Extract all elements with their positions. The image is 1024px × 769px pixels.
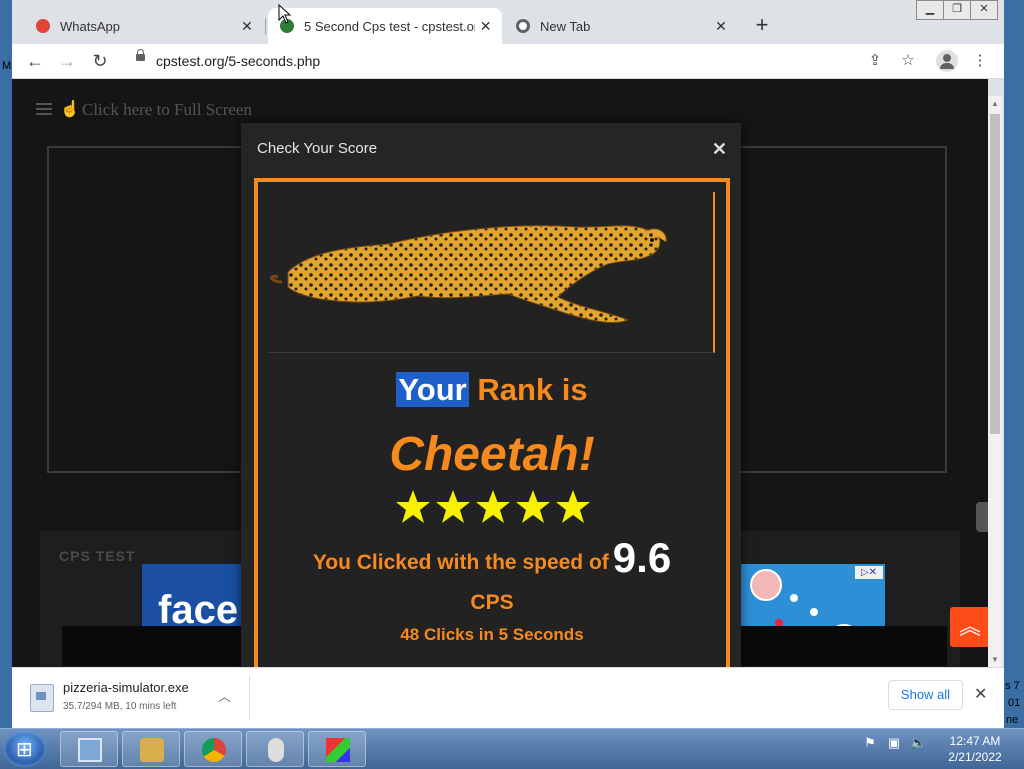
chrome-favicon-icon: [516, 19, 530, 33]
desktop-text-left: M: [2, 60, 12, 72]
close-tab-icon[interactable]: ✕: [475, 18, 496, 35]
score-card: Your Rank is Cheetah! You Clicked with t…: [254, 178, 730, 667]
clicks-summary: 48 Clicks in 5 Seconds: [400, 625, 584, 644]
desktop-text-right-3: ne: [1006, 714, 1019, 726]
rank-name: Cheetah!: [389, 428, 595, 481]
tab-separator: [265, 18, 266, 34]
star-icon: [516, 490, 550, 523]
tab-title: New Tab: [540, 18, 591, 34]
url-text: cpstest.org/5-seconds.php: [156, 53, 321, 69]
scroll-to-top-button[interactable]: ︽: [950, 607, 988, 647]
menu-dots-icon[interactable]: ⋮: [970, 51, 990, 71]
address-bar[interactable]: cpstest.org/5-seconds.php: [122, 47, 902, 75]
ad-dot-icon: [790, 594, 798, 602]
minimize-icon[interactable]: ▁: [916, 0, 944, 20]
exe-file-icon: [30, 684, 54, 712]
web-page: ☝ Click here to Full Screen CPS TEST fac…: [12, 79, 988, 667]
close-tab-icon[interactable]: ✕: [710, 18, 732, 35]
side-tab-handle[interactable]: [976, 502, 988, 532]
computer-icon: [78, 738, 102, 762]
taskbar-game-app[interactable]: [308, 731, 366, 767]
rank-heading-rest: Rank is: [477, 372, 588, 407]
new-tab-button[interactable]: +: [750, 14, 774, 38]
taskbar-explorer[interactable]: [60, 731, 118, 767]
star-icon: [436, 490, 470, 523]
divider: [249, 676, 250, 720]
show-all-button[interactable]: Show all: [888, 680, 963, 710]
whatsapp-favicon-icon: [36, 19, 50, 33]
lock-icon: [136, 49, 145, 61]
rank-heading: Your Rank is: [258, 372, 726, 408]
browser-window: WhatsApp ✕ 5 Second Cps test - cpstest.o…: [12, 0, 1004, 729]
download-filename[interactable]: pizzeria-simulator.exe: [63, 680, 189, 695]
score-modal: Check Your Score ✕ Your Rank is Cheetah!…: [241, 123, 741, 667]
tab-cpstest[interactable]: 5 Second Cps test - cpstest.org ✕: [268, 8, 502, 44]
reload-icon[interactable]: ↻: [89, 50, 111, 72]
king-card-icon: [140, 738, 164, 762]
tab-strip: WhatsApp ✕ 5 Second Cps test - cpstest.o…: [12, 0, 1004, 44]
modal-close-icon[interactable]: ✕: [712, 139, 727, 160]
download-bar: pizzeria-simulator.exe 35.7/294 MB, 10 m…: [12, 667, 1004, 729]
rank-highlight-word: Your: [396, 372, 469, 407]
cheetah-image: [268, 192, 715, 353]
restore-icon[interactable]: ❐: [943, 0, 971, 20]
cheetah-illustration: [270, 225, 667, 323]
star-icon: [396, 490, 430, 523]
browser-toolbar: ← → ↻ cpstest.org/5-seconds.php ⇪ ☆ ⋮: [12, 44, 1004, 79]
start-button[interactable]: [4, 731, 46, 767]
modal-title: Check Your Score: [257, 140, 378, 157]
fullscreen-link[interactable]: Click here to Full Screen: [82, 100, 252, 120]
chevron-up-icon[interactable]: ︿: [218, 686, 231, 705]
tab-whatsapp[interactable]: WhatsApp ✕: [24, 8, 264, 44]
clock-time: 12:47 AM: [949, 734, 1001, 748]
share-icon[interactable]: ⇪: [865, 51, 885, 71]
desktop-text-right-2: 01: [1008, 697, 1021, 709]
system-clock[interactable]: 12:47 AM 2/21/2022: [940, 733, 1010, 765]
clock-date: 2/21/2022: [948, 750, 1002, 764]
forward-arrow-icon[interactable]: →: [56, 50, 78, 72]
tab-title: 5 Second Cps test - cpstest.org: [304, 18, 476, 34]
rating-stars: [396, 490, 590, 523]
speed-text: You Clicked with the speed of: [312, 551, 609, 574]
star-icon: [556, 490, 590, 523]
desktop-text-right-1: s 7: [1005, 680, 1020, 692]
network-icon[interactable]: ▣: [886, 735, 902, 751]
taskbar-chrome[interactable]: [184, 731, 242, 767]
star-icon: [476, 490, 510, 523]
hamburger-menu-icon[interactable]: [36, 103, 52, 115]
window-controls: ▁ ❐ ✕: [916, 0, 998, 20]
scroll-down-arrow-icon[interactable]: ▼: [990, 654, 1000, 666]
back-arrow-icon[interactable]: ←: [24, 50, 46, 72]
taskbar: ⚑ ▣ 🔈 12:47 AM 2/21/2022: [0, 728, 1024, 769]
profile-avatar-icon[interactable]: [936, 50, 958, 72]
taskbar-cards-app[interactable]: [122, 731, 180, 767]
ad-close-icon[interactable]: ▷✕: [855, 566, 883, 579]
download-status: 35.7/294 MB, 10 mins left: [63, 701, 177, 712]
mouse-cursor-icon: [278, 4, 292, 24]
page-scrollbar[interactable]: ▲ ▼: [988, 96, 1002, 668]
tab-new-tab[interactable]: New Tab ✕: [504, 8, 738, 44]
speed-line: You Clicked with the speed of9.6: [258, 534, 726, 582]
ad-avatar-icon: [750, 569, 782, 601]
cps-score: 9.6: [612, 534, 672, 581]
cps-unit: CPS: [470, 591, 514, 614]
chrome-icon: [202, 738, 226, 762]
tab-title: WhatsApp: [60, 18, 120, 34]
volume-icon[interactable]: 🔈: [910, 735, 926, 751]
close-window-icon[interactable]: ✕: [970, 0, 998, 20]
close-download-bar-icon[interactable]: ✕: [974, 684, 987, 704]
fullscreen-hand-icon: ☝: [60, 101, 80, 118]
scroll-thumb[interactable]: [990, 114, 1000, 434]
system-tray: ⚑ ▣ 🔈: [862, 735, 926, 751]
ad-dot-icon: [810, 608, 818, 616]
bookmark-star-icon[interactable]: ☆: [898, 51, 918, 71]
close-tab-icon[interactable]: ✕: [236, 18, 258, 35]
scroll-up-arrow-icon[interactable]: ▲: [990, 98, 1000, 110]
section-label: CPS TEST: [59, 548, 136, 564]
taskbar-mouse-app[interactable]: [246, 731, 304, 767]
mouse-icon: [268, 738, 284, 762]
action-center-flag-icon[interactable]: ⚑: [862, 735, 878, 751]
blocks-icon: [326, 738, 350, 762]
